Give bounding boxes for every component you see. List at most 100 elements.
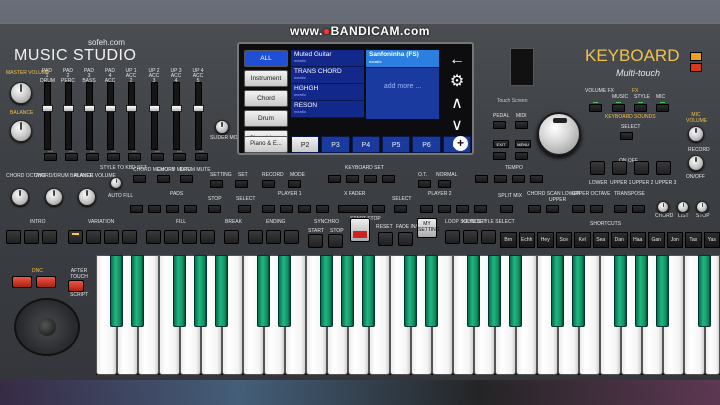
indicator-red[interactable] xyxy=(690,63,702,72)
player2-button-5[interactable] xyxy=(456,205,469,213)
pad-3-button[interactable] xyxy=(166,205,179,213)
shortcut-key[interactable]: Brn xyxy=(500,232,517,248)
add-icon[interactable]: + xyxy=(453,136,468,151)
shortcut-key[interactable]: Sce xyxy=(555,232,572,248)
black-key[interactable] xyxy=(194,255,207,327)
pad-button-4[interactable] xyxy=(107,151,120,161)
start-stop-button[interactable] xyxy=(350,218,370,242)
black-key[interactable] xyxy=(278,255,291,327)
selected-sound[interactable]: Sanfoninha (FS) meat/c xyxy=(366,50,439,67)
list-item[interactable]: TRANS CHORD meat/c xyxy=(291,67,364,84)
ending-button-1[interactable] xyxy=(248,230,263,244)
category-tab-chord[interactable]: Chord xyxy=(244,90,288,107)
upper2-sound-button[interactable] xyxy=(634,161,649,175)
chord-mute-button[interactable] xyxy=(157,175,170,183)
ending-button-2[interactable] xyxy=(266,230,281,244)
shortcut-key[interactable]: Jon xyxy=(666,232,683,248)
loop-sound-button[interactable] xyxy=(445,230,460,244)
synchro-start-button[interactable] xyxy=(308,234,323,248)
pad-4-button[interactable] xyxy=(184,205,197,213)
player2-button-3[interactable] xyxy=(420,205,433,213)
player-volume-knob[interactable] xyxy=(78,188,96,206)
black-key[interactable] xyxy=(215,255,228,327)
slider-up2-acc3[interactable] xyxy=(149,82,160,150)
shortcut-key[interactable]: Echh xyxy=(518,232,535,248)
kbd-set-button-4[interactable] xyxy=(382,175,395,183)
chord-octave-knob[interactable] xyxy=(11,188,29,206)
back-arrow-icon[interactable]: ← xyxy=(442,50,472,72)
shortcut-key[interactable]: Kel xyxy=(574,232,591,248)
nav-button-2[interactable] xyxy=(515,152,528,160)
list-item[interactable]: RESON meat/c xyxy=(291,101,364,118)
tempo-button-3[interactable] xyxy=(512,175,525,183)
category-tab-piano[interactable]: Piano & E... xyxy=(244,136,288,153)
black-key[interactable] xyxy=(425,255,438,327)
shortcut-key[interactable]: Haa xyxy=(629,232,646,248)
upper3-sound-button[interactable] xyxy=(656,161,671,175)
list-item[interactable]: Muted Guitar meat/c xyxy=(291,50,364,67)
black-key[interactable] xyxy=(110,255,123,327)
black-key[interactable] xyxy=(173,255,186,327)
set-button[interactable] xyxy=(235,180,248,188)
midi-button[interactable] xyxy=(515,121,528,129)
indicator-orange[interactable] xyxy=(690,52,702,61)
kbd-set-button-1[interactable] xyxy=(328,175,341,183)
pad-button-5[interactable] xyxy=(128,151,141,161)
normal-button[interactable] xyxy=(438,180,451,188)
slider-mode-knob[interactable] xyxy=(215,120,229,134)
variation-button-3[interactable] xyxy=(104,230,119,244)
black-key[interactable] xyxy=(551,255,564,327)
menu-button[interactable]: MENU xyxy=(515,140,531,148)
upper-octave-down-button[interactable] xyxy=(572,205,585,213)
pedal-button[interactable] xyxy=(493,121,506,129)
settings-gear-icon[interactable]: ⚙ xyxy=(442,72,472,94)
fill-button-2[interactable] xyxy=(164,230,179,244)
black-key[interactable] xyxy=(131,255,144,327)
dnc-button-2[interactable] xyxy=(36,276,56,288)
category-tab-drum[interactable]: Drum xyxy=(244,110,288,127)
tempo-button-4[interactable] xyxy=(530,175,543,183)
intro-button-2[interactable] xyxy=(24,230,39,244)
after-touch-button[interactable] xyxy=(68,280,84,292)
master-volume-knob[interactable] xyxy=(10,82,32,104)
variation-button-1[interactable] xyxy=(68,230,83,244)
upper-octave-up-button[interactable] xyxy=(590,205,603,213)
player1-button-4[interactable] xyxy=(298,205,311,213)
mode-button[interactable] xyxy=(288,180,301,188)
shortcut-key[interactable]: Hey xyxy=(537,232,554,248)
slider-up1-acc2[interactable] xyxy=(126,82,137,150)
category-tab-instrument[interactable]: Instrument xyxy=(244,70,288,87)
black-key[interactable] xyxy=(467,255,480,327)
lower-sound-button[interactable] xyxy=(590,161,605,175)
slider-pad2-perc[interactable] xyxy=(63,82,74,150)
black-key[interactable] xyxy=(635,255,648,327)
variation-button-4[interactable] xyxy=(122,230,137,244)
black-key[interactable] xyxy=(362,255,375,327)
drum-mute-button[interactable] xyxy=(180,175,193,183)
shortcut-key[interactable]: Sea xyxy=(592,232,609,248)
black-key[interactable] xyxy=(320,255,333,327)
style-fx-button[interactable] xyxy=(634,102,647,112)
style-select-button[interactable] xyxy=(481,230,496,244)
player1-button-3[interactable] xyxy=(280,205,293,213)
player2-button-6[interactable] xyxy=(474,205,487,213)
player1-button-5[interactable] xyxy=(316,205,329,213)
fade-in-out-button[interactable] xyxy=(398,232,413,246)
transpose-up-button[interactable] xyxy=(632,205,645,213)
volume-fx-button[interactable] xyxy=(589,102,602,112)
slider-pad1-drum[interactable] xyxy=(42,82,53,150)
stop-knob[interactable] xyxy=(696,201,708,213)
slider-up4-acc5[interactable] xyxy=(193,82,204,150)
page-tab[interactable]: P4 xyxy=(351,136,380,153)
shortcut-key[interactable]: Dan xyxy=(611,232,628,248)
slider-pad4-acc1[interactable] xyxy=(105,82,116,150)
pad-button-7[interactable] xyxy=(173,151,186,161)
kbd-set-button-2[interactable] xyxy=(346,175,359,183)
reset-button[interactable] xyxy=(378,232,393,246)
sounds-select-button[interactable] xyxy=(620,132,633,140)
ot-button[interactable] xyxy=(418,180,431,188)
pad-2-button[interactable] xyxy=(148,205,161,213)
black-key[interactable] xyxy=(257,255,270,327)
intro-button-3[interactable] xyxy=(42,230,57,244)
page-tab[interactable]: P6 xyxy=(412,136,441,153)
